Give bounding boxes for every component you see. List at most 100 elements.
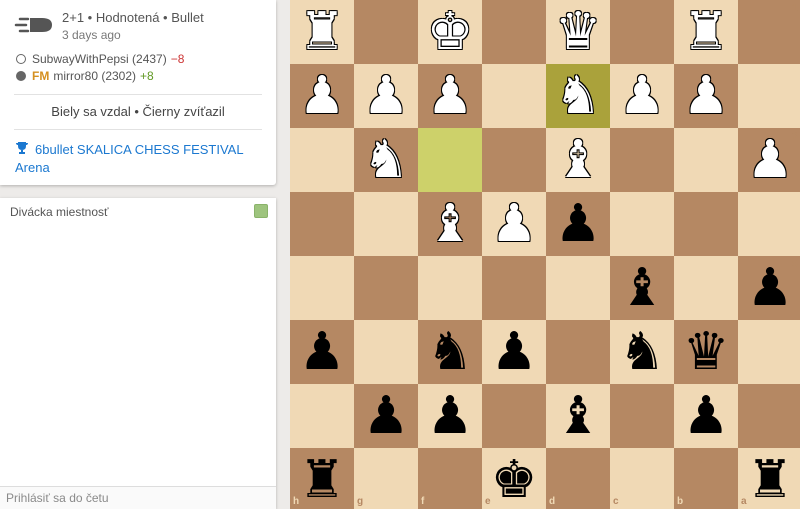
black-bishop-icon[interactable]: ♝ — [546, 384, 610, 448]
white-pawn-icon[interactable]: ♟ — [610, 64, 674, 128]
square-d6[interactable] — [546, 320, 610, 384]
square-f3[interactable] — [418, 128, 482, 192]
rank-label: 1 — [792, 3, 798, 14]
square-a1[interactable] — [738, 0, 800, 64]
black-indicator-icon — [16, 71, 26, 81]
square-e1[interactable] — [482, 0, 546, 64]
black-pawn-icon[interactable]: ♟ — [418, 384, 482, 448]
square-g8[interactable] — [354, 448, 418, 509]
white-bishop-icon[interactable]: ♝ — [546, 128, 610, 192]
square-g4[interactable] — [354, 192, 418, 256]
black-king-icon[interactable]: ♚ — [482, 448, 546, 509]
white-pawn-icon[interactable]: ♟ — [738, 128, 800, 192]
rank-label: 5 — [792, 259, 798, 270]
file-label: g — [357, 496, 364, 507]
file-label: b — [677, 496, 684, 507]
square-d8[interactable] — [546, 448, 610, 509]
black-knight-icon[interactable]: ♞ — [610, 320, 674, 384]
black-rook-icon[interactable]: ♜ — [290, 448, 354, 509]
square-d5[interactable] — [546, 256, 610, 320]
square-b4[interactable] — [674, 192, 738, 256]
square-a2[interactable] — [738, 64, 800, 128]
square-c3[interactable] — [610, 128, 674, 192]
square-g6[interactable] — [354, 320, 418, 384]
black-knight-icon[interactable]: ♞ — [418, 320, 482, 384]
white-pawn-icon[interactable]: ♟ — [482, 192, 546, 256]
rank-label: 7 — [792, 387, 798, 398]
square-b3[interactable] — [674, 128, 738, 192]
chat-toggle-checkbox[interactable] — [254, 204, 268, 218]
chat-header: Divácka miestnosť — [10, 205, 109, 219]
square-e3[interactable] — [482, 128, 546, 192]
rank-label: 2 — [792, 67, 798, 78]
square-c1[interactable] — [610, 0, 674, 64]
file-label: h — [293, 496, 300, 507]
game-type: 2+1 • Hodnotená • Bullet — [62, 10, 204, 25]
white-knight-icon[interactable]: ♞ — [546, 64, 610, 128]
rank-label: 8 — [792, 451, 798, 462]
white-rook-icon[interactable]: ♜ — [674, 0, 738, 64]
white-knight-icon[interactable]: ♞ — [354, 128, 418, 192]
black-bishop-icon[interactable]: ♝ — [610, 256, 674, 320]
player-name-rating[interactable]: SubwayWithPepsi (2437) — [32, 52, 167, 66]
white-pawn-icon[interactable]: ♟ — [674, 64, 738, 128]
divider — [14, 94, 262, 95]
white-queen-icon[interactable]: ♛ — [546, 0, 610, 64]
file-label: a — [741, 496, 747, 507]
black-pawn-icon[interactable]: ♟ — [290, 320, 354, 384]
square-g5[interactable] — [354, 256, 418, 320]
white-pawn-icon[interactable]: ♟ — [418, 64, 482, 128]
white-rook-icon[interactable]: ♜ — [290, 0, 354, 64]
player-black[interactable]: FM mirror80 (2302) +8 — [16, 69, 154, 83]
square-c8[interactable] — [610, 448, 674, 509]
game-date: 3 days ago — [62, 28, 121, 42]
white-indicator-icon — [16, 54, 26, 64]
black-pawn-icon[interactable]: ♟ — [546, 192, 610, 256]
tournament-name[interactable]: 6bullet SKALICA CHESS FESTIVAL Arena — [15, 142, 243, 175]
white-pawn-icon[interactable]: ♟ — [354, 64, 418, 128]
page: 2+1 • Hodnotená • Bullet 3 days ago Subw… — [0, 0, 800, 509]
square-b8[interactable] — [674, 448, 738, 509]
white-pawn-icon[interactable]: ♟ — [290, 64, 354, 128]
square-f8[interactable] — [418, 448, 482, 509]
rating-diff: +8 — [140, 69, 154, 83]
square-e5[interactable] — [482, 256, 546, 320]
black-pawn-icon[interactable]: ♟ — [738, 256, 800, 320]
chess-board[interactable]: ♜ ♚ ♛ ♜ ♟ ♟ ♟ ♞ ♟ ♟ ♞ ♝ ♟ ♝ ♟ ♟ ♝ ♟ ♟ ♞ ♟ ♞ ♛ ♟ ♟ ♝ ♟ ♜ ♚ ♜ 1 2 3 4 5 6 7 8 h g… — [290, 0, 800, 509]
square-c4[interactable] — [610, 192, 674, 256]
rating-diff: −8 — [170, 52, 185, 66]
white-king-icon[interactable]: ♚ — [418, 0, 482, 64]
bullet-icon — [14, 17, 52, 33]
square-h3[interactable] — [290, 128, 354, 192]
black-pawn-icon[interactable]: ♟ — [482, 320, 546, 384]
player-white[interactable]: SubwayWithPepsi (2437) −8 — [16, 52, 184, 66]
square-b5[interactable] — [674, 256, 738, 320]
player-name-rating[interactable]: mirror80 (2302) — [53, 69, 136, 83]
black-pawn-icon[interactable]: ♟ — [674, 384, 738, 448]
square-e7[interactable] — [482, 384, 546, 448]
rank-label: 3 — [792, 131, 798, 142]
black-rook-icon[interactable]: ♜ — [738, 448, 800, 509]
chat-panel: Divácka miestnosť Prihlásiť sa do četu — [0, 198, 276, 509]
file-label: c — [613, 496, 619, 507]
square-h4[interactable] — [290, 192, 354, 256]
black-pawn-icon[interactable]: ♟ — [354, 384, 418, 448]
square-a6[interactable] — [738, 320, 800, 384]
square-a7[interactable] — [738, 384, 800, 448]
file-label: f — [421, 496, 425, 507]
tournament-link[interactable]: 6bullet SKALICA CHESS FESTIVAL Arena — [15, 141, 265, 177]
divider — [14, 129, 262, 130]
black-queen-icon[interactable]: ♛ — [674, 320, 738, 384]
square-h5[interactable] — [290, 256, 354, 320]
chat-input[interactable]: Prihlásiť sa do četu — [0, 486, 276, 509]
square-f5[interactable] — [418, 256, 482, 320]
file-label: d — [549, 496, 556, 507]
square-c7[interactable] — [610, 384, 674, 448]
square-h7[interactable] — [290, 384, 354, 448]
square-g1[interactable] — [354, 0, 418, 64]
rank-label: 4 — [792, 195, 798, 206]
white-bishop-icon[interactable]: ♝ — [418, 192, 482, 256]
square-e2[interactable] — [482, 64, 546, 128]
rank-label: 6 — [792, 323, 798, 334]
square-a4[interactable] — [738, 192, 800, 256]
